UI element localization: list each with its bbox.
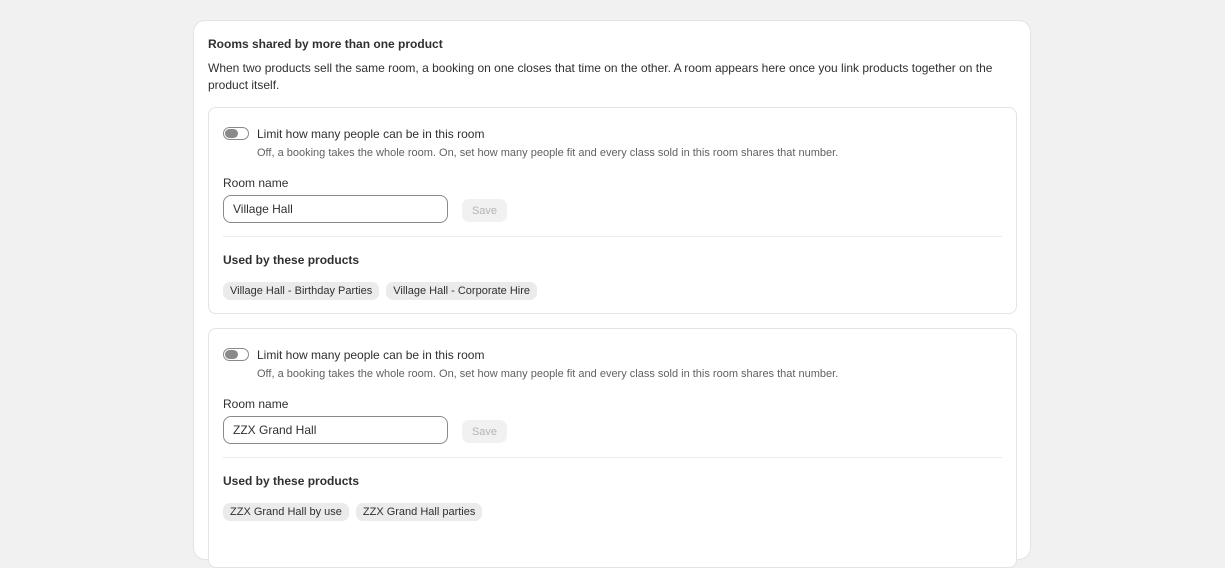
product-chips: ZZX Grand Hall by use ZZX Grand Hall par… (223, 503, 483, 521)
capacity-limit-help: Off, a booking takes the whole room. On,… (257, 147, 839, 159)
room-name-input[interactable] (223, 416, 448, 444)
toggle-knob (225, 350, 238, 359)
product-chips: Village Hall - Birthday Parties Village … (223, 282, 537, 300)
capacity-limit-label: Limit how many people can be in this roo… (257, 348, 485, 362)
product-chip: ZZX Grand Hall by use (223, 503, 349, 521)
save-button[interactable]: Save (462, 199, 507, 222)
capacity-limit-label: Limit how many people can be in this roo… (257, 127, 485, 141)
capacity-limit-help: Off, a booking takes the whole room. On,… (257, 368, 839, 380)
used-by-products-title: Used by these products (223, 474, 360, 488)
product-chip: Village Hall - Birthday Parties (223, 282, 380, 300)
shared-rooms-card: Rooms shared by more than one product Wh… (193, 20, 1031, 568)
divider (223, 236, 1002, 237)
capacity-limit-toggle[interactable] (223, 127, 249, 140)
room-name-input[interactable] (223, 195, 448, 223)
room-card: Limit how many people can be in this roo… (208, 107, 1017, 314)
divider (223, 457, 1002, 458)
section-description: When two products sell the same room, a … (208, 61, 993, 92)
used-by-products-title: Used by these products (223, 253, 360, 267)
product-chip: Village Hall - Corporate Hire (386, 282, 537, 300)
room-name-label: Room name (223, 176, 289, 190)
room-name-label: Room name (223, 397, 289, 411)
section-title: Rooms shared by more than one product (208, 37, 443, 51)
capacity-limit-toggle[interactable] (223, 348, 249, 361)
toggle-knob (225, 129, 238, 138)
save-button[interactable]: Save (462, 420, 507, 443)
product-chip: ZZX Grand Hall parties (355, 503, 483, 521)
room-card: Limit how many people can be in this roo… (208, 328, 1017, 568)
